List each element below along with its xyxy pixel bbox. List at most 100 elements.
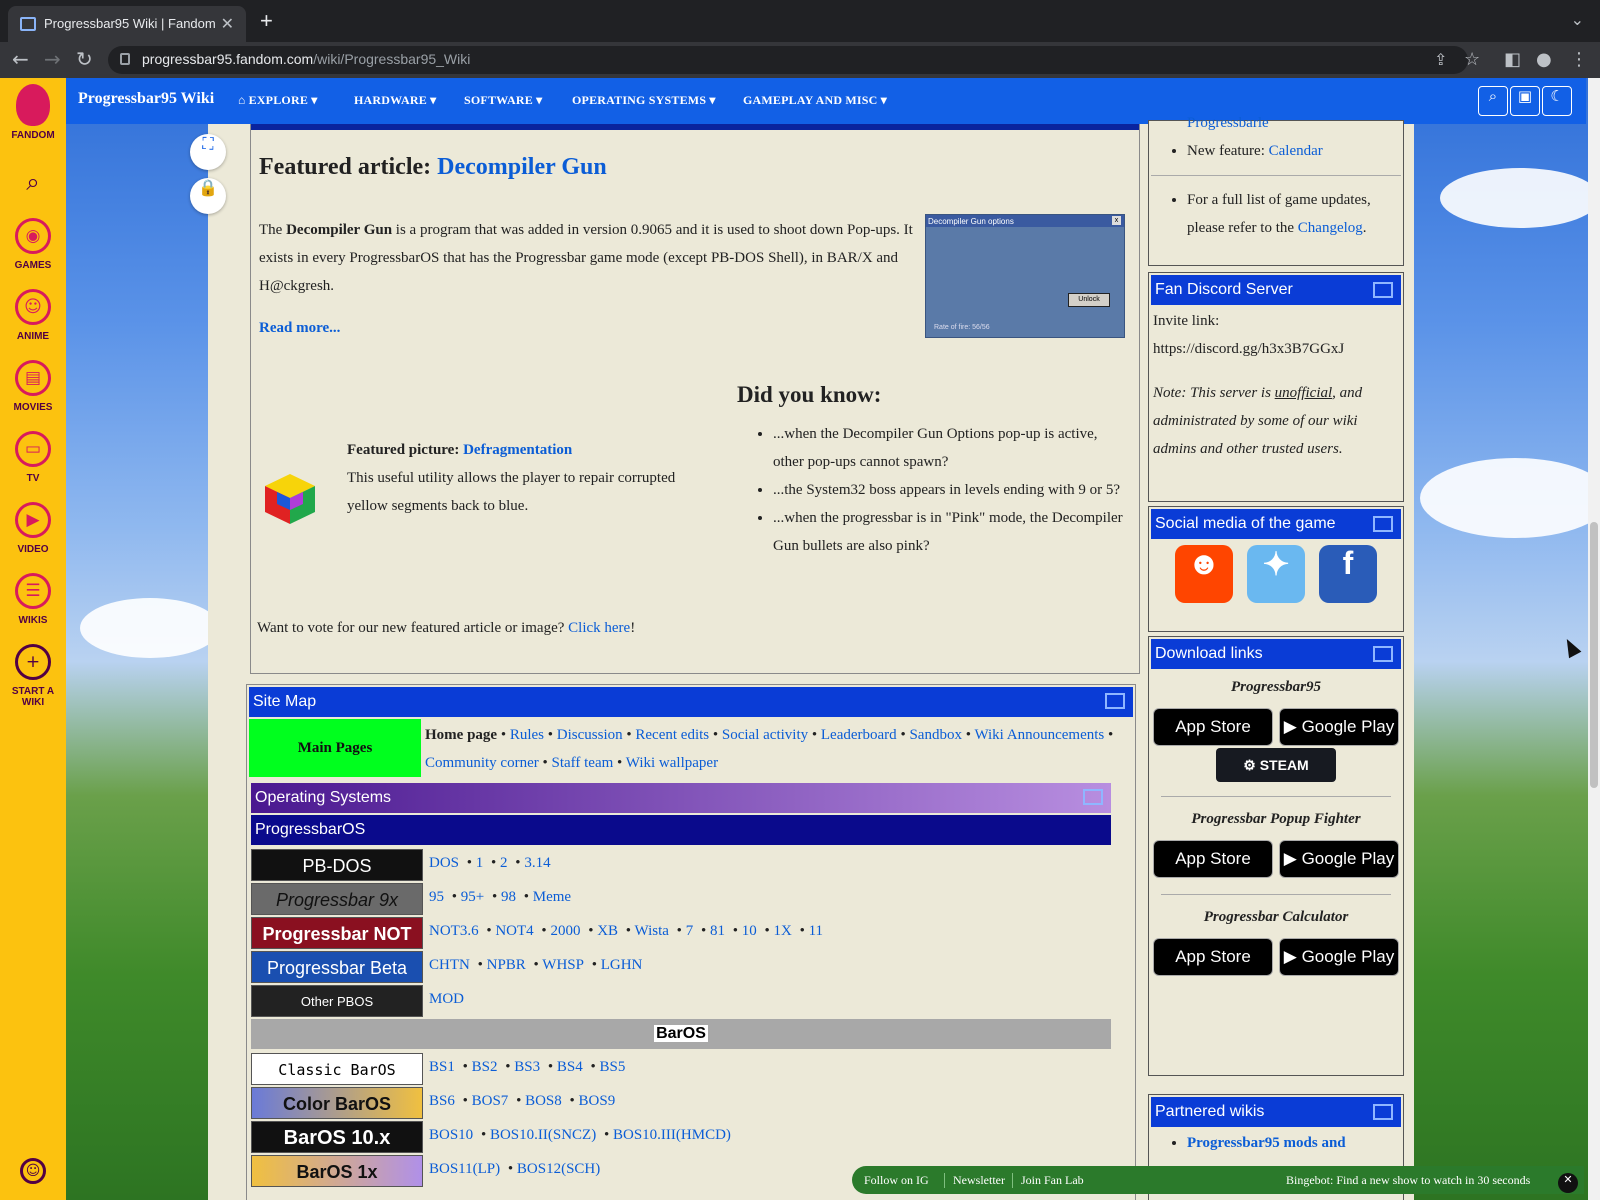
os-link[interactable]: 95+	[461, 889, 484, 905]
os-link[interactable]: 2	[500, 855, 508, 871]
wiki-title[interactable]: Progressbar95 Wiki	[78, 90, 214, 108]
nav-software[interactable]: SOFTWARE ▾	[464, 93, 542, 108]
read-more-link[interactable]: Read more...	[259, 320, 340, 337]
forward-arrow-icon[interactable]: →	[44, 47, 61, 71]
progressbarle-link[interactable]: Progressbarle	[1187, 115, 1269, 131]
back-arrow-icon[interactable]: ←	[12, 47, 29, 71]
os-link[interactable]: 98	[501, 889, 516, 905]
recent-edits-link[interactable]: Recent edits	[635, 727, 709, 743]
os-link[interactable]: CHTN	[429, 957, 470, 973]
bookmark-star-icon[interactable]: ☆	[1464, 49, 1480, 70]
fandom-logo[interactable]: FANDOM	[0, 84, 66, 141]
facebook-icon[interactable]: f	[1319, 545, 1377, 603]
os-link[interactable]: DOS	[429, 855, 459, 871]
expand-icon[interactable]: ⛶	[190, 134, 226, 170]
leaderboard-link[interactable]: Leaderboard	[821, 727, 897, 743]
os-link[interactable]: WHSP	[542, 957, 584, 973]
rail-item-movies[interactable]: ▤ MOVIES	[0, 360, 66, 413]
rail-item-tv[interactable]: ▭ TV	[0, 431, 66, 484]
rail-user[interactable]: ☺	[0, 1158, 66, 1190]
reload-icon[interactable]: ↻	[76, 47, 93, 71]
steam-button[interactable]: ⚙ STEAM	[1216, 748, 1336, 782]
collapse-icon[interactable]	[1373, 1104, 1393, 1120]
os-link[interactable]: 95	[429, 889, 444, 905]
nav-hardware[interactable]: HARDWARE ▾	[354, 93, 436, 108]
os-link[interactable]: BS6	[429, 1093, 455, 1109]
dark-mode-icon[interactable]: ☾	[1542, 86, 1572, 116]
os-link[interactable]: NOT4	[495, 923, 533, 939]
google-play-button[interactable]: ▶ Google Play	[1279, 708, 1399, 746]
os-banner[interactable]: BarOS 1x	[251, 1155, 423, 1187]
partner-wiki-link[interactable]: Progressbar95 mods and	[1187, 1135, 1346, 1151]
os-link[interactable]: BOS10.III(HMCD)	[613, 1127, 731, 1143]
bingebot-text[interactable]: Bingebot: Find a new show to watch in 30…	[1286, 1173, 1530, 1188]
os-link[interactable]: 1X	[773, 923, 791, 939]
os-banner[interactable]: Color BarOS	[251, 1087, 423, 1119]
nav-explore[interactable]: ⌂ EXPLORE ▾	[238, 93, 317, 108]
vote-link[interactable]: Click here	[568, 620, 630, 636]
browser-tab[interactable]: Progressbar95 Wiki | Fandom ✕	[8, 6, 246, 42]
featured-article-link[interactable]: Decompiler Gun	[437, 154, 607, 180]
collapse-icon[interactable]	[1373, 516, 1393, 532]
rail-item-start-wiki[interactable]: + START A WIKI	[0, 644, 66, 708]
staff-team-link[interactable]: Staff team	[552, 755, 614, 771]
os-link[interactable]: BOS12(SCH)	[517, 1161, 600, 1177]
close-icon[interactable]: ✕	[1558, 1173, 1578, 1193]
os-banner[interactable]: PB-DOS	[251, 849, 423, 881]
rail-item-wikis[interactable]: ☰ WIKIS	[0, 573, 66, 626]
os-link[interactable]: 81	[710, 923, 725, 939]
close-tab-icon[interactable]: ✕	[221, 14, 234, 34]
os-link[interactable]: BS1	[429, 1059, 455, 1075]
os-link[interactable]: BOS8	[525, 1093, 562, 1109]
wiki-wallpaper-link[interactable]: Wiki wallpaper	[626, 755, 718, 771]
os-link[interactable]: BOS11(LP)	[429, 1161, 500, 1177]
tab-search-chevron-icon[interactable]: ⌄	[1571, 10, 1584, 30]
os-link[interactable]: 2000	[550, 923, 580, 939]
social-activity-link[interactable]: Social activity	[722, 727, 808, 743]
lock-page-icon[interactable]: 🔒	[190, 178, 226, 214]
os-banner[interactable]: BarOS 10.x	[251, 1121, 423, 1153]
address-bar[interactable]: progressbar95.fandom.com/wiki/Progressba…	[108, 46, 1468, 74]
share-icon[interactable]: ⇪	[1434, 50, 1447, 69]
kebab-menu-icon[interactable]: ⋮	[1570, 49, 1588, 70]
profile-icon[interactable]: ●	[1536, 49, 1552, 70]
os-link[interactable]: BOS10	[429, 1127, 473, 1143]
rail-search[interactable]: ⌕	[0, 168, 66, 196]
app-store-button[interactable]: App Store	[1153, 938, 1273, 976]
nav-gameplay[interactable]: GAMEPLAY AND MISC ▾	[743, 93, 887, 108]
new-tab-button[interactable]: +	[260, 8, 273, 34]
google-play-button[interactable]: ▶ Google Play	[1279, 840, 1399, 878]
os-link[interactable]: 10	[742, 923, 757, 939]
os-link[interactable]: 11	[809, 923, 823, 939]
os-link[interactable]: NOT3.6	[429, 923, 479, 939]
os-link[interactable]: BS4	[557, 1059, 583, 1075]
twitter-icon[interactable]: ✦	[1247, 545, 1305, 603]
os-link[interactable]: Wista	[635, 923, 669, 939]
collapse-icon[interactable]	[1105, 693, 1125, 709]
os-banner[interactable]: Classic BarOS	[251, 1053, 423, 1085]
reddit-icon[interactable]: ☻	[1175, 545, 1233, 603]
collapse-icon[interactable]	[1373, 646, 1393, 662]
os-link[interactable]: BS3	[514, 1059, 540, 1075]
collapse-icon[interactable]	[1083, 789, 1103, 805]
collapse-icon[interactable]	[1373, 282, 1393, 298]
join-fan-lab-link[interactable]: Join Fan Lab	[1012, 1173, 1084, 1188]
os-banner[interactable]: Progressbar 9x	[251, 883, 423, 915]
calendar-link[interactable]: Calendar	[1269, 143, 1323, 159]
os-link[interactable]: BOS9	[579, 1093, 616, 1109]
rail-item-anime[interactable]: ☺ ANIME	[0, 289, 66, 342]
newsletter-link[interactable]: Newsletter	[944, 1173, 1005, 1188]
sidebar-toggle-icon[interactable]: ◧	[1504, 49, 1521, 70]
follow-ig-link[interactable]: Follow on IG	[864, 1173, 929, 1188]
os-banner[interactable]: Progressbar Beta	[251, 951, 423, 983]
os-link[interactable]: BOS7	[472, 1093, 509, 1109]
os-banner[interactable]: Progressbar NOT	[251, 917, 423, 949]
os-link[interactable]: MOD	[429, 991, 464, 1007]
os-link[interactable]: 1	[476, 855, 484, 871]
os-link[interactable]: NPBR	[487, 957, 526, 973]
os-link[interactable]: 7	[686, 923, 694, 939]
changelog-link[interactable]: Changelog	[1298, 220, 1363, 236]
os-link[interactable]: Meme	[533, 889, 571, 905]
rail-item-games[interactable]: ◉ GAMES	[0, 218, 66, 271]
page-scrollbar[interactable]	[1588, 78, 1600, 1200]
